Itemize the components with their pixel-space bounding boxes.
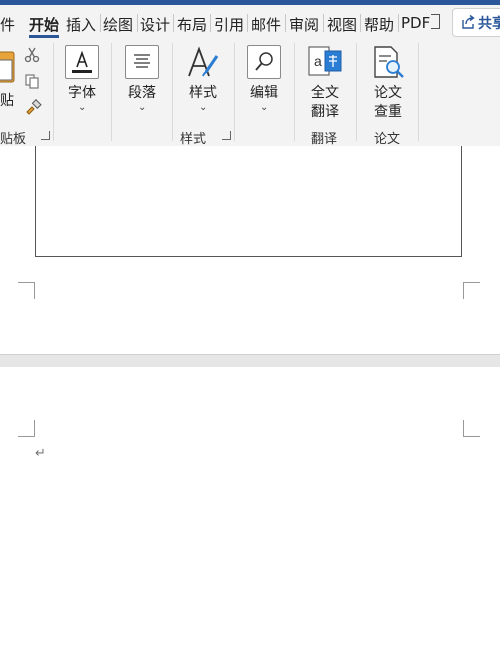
paper-check-icon — [374, 46, 404, 78]
paper-check-label-line1: 论文 — [374, 85, 402, 101]
paste-label: 贴 — [0, 93, 14, 109]
translate-label-line1: 全文 — [311, 85, 339, 101]
clipboard-group-label: 贴板 — [0, 132, 27, 147]
align-lines-icon — [134, 54, 150, 68]
paragraph-button[interactable]: 段落 ⌄ — [121, 42, 163, 122]
margin-corner-bottom-right — [463, 282, 480, 299]
share-button-label: 共享 — [478, 16, 500, 32]
styles-button[interactable]: 样式 ⌄ — [180, 42, 226, 122]
ribbon-tab-bar: 件 开始 插入 绘图 设计 布局 引用 邮件 审阅 视图 帮助 PDF 共享 — [0, 5, 500, 39]
copy-icon[interactable] — [24, 73, 40, 89]
editing-label: 编辑 — [250, 85, 278, 101]
editing-icon — [247, 45, 281, 79]
tab-design[interactable]: 设计 — [140, 14, 170, 35]
tab-review[interactable]: 审阅 — [289, 14, 319, 35]
tab-divider — [398, 14, 399, 32]
group-divider — [234, 43, 235, 141]
tab-divider — [100, 14, 101, 32]
font-glyph-a — [72, 50, 92, 73]
tab-divider — [137, 14, 138, 32]
font-chevron-down-icon: ⌄ — [78, 102, 87, 113]
tab-divider — [247, 14, 248, 32]
share-icon — [462, 14, 475, 29]
tab-divider — [285, 14, 286, 32]
search-icon — [255, 52, 273, 71]
tab-help[interactable]: 帮助 — [364, 14, 394, 35]
group-divider — [172, 43, 173, 141]
ribbon: 贴 贴板 字体 ⌄ 段落 ⌄ 样式 ⌄ 样式 编辑 ⌄ a 全文 翻译 翻译 论… — [0, 38, 500, 147]
share-button[interactable]: 共享 — [452, 8, 500, 37]
group-divider — [53, 43, 54, 141]
paragraph-chevron-down-icon: ⌄ — [138, 102, 147, 113]
format-painter-icon[interactable] — [24, 98, 42, 116]
paste-icon — [0, 51, 15, 83]
tab-draw[interactable]: 绘图 — [103, 14, 133, 35]
styles-dialog-launcher[interactable] — [222, 131, 231, 140]
styles-label: 样式 — [189, 85, 217, 101]
paper-group-label: 论文 — [374, 132, 401, 147]
paper-check-label-line2: 查重 — [374, 104, 402, 120]
group-divider — [418, 43, 419, 141]
paragraph-mark[interactable]: ↵ — [35, 446, 46, 461]
tab-view[interactable]: 视图 — [327, 14, 357, 35]
group-divider — [294, 43, 295, 141]
full-text-translate-button[interactable]: a 全文 翻译 — [303, 42, 347, 122]
tab-insert[interactable]: 插入 — [66, 14, 96, 35]
margin-corner-top-right — [463, 420, 480, 437]
table-box[interactable] — [35, 146, 462, 257]
tab-layout[interactable]: 布局 — [177, 14, 207, 35]
paragraph-icon — [125, 45, 159, 79]
styles-icon — [188, 46, 219, 77]
tab-overflow-glyph — [431, 14, 441, 29]
group-divider — [111, 43, 112, 141]
translate-group-label: 翻译 — [311, 132, 338, 147]
margin-corner-bottom-left — [18, 282, 35, 299]
tab-home[interactable]: 开始 — [29, 14, 59, 35]
tab-pdf[interactable]: PDF — [401, 14, 441, 32]
svg-text:a: a — [314, 53, 322, 69]
paragraph-label: 段落 — [128, 85, 156, 101]
editing-button[interactable]: 编辑 ⌄ — [244, 42, 284, 122]
font-icon — [65, 45, 99, 79]
document-page-2[interactable] — [0, 367, 500, 667]
page-gap — [0, 354, 500, 368]
tab-references[interactable]: 引用 — [214, 14, 244, 35]
group-divider — [356, 43, 357, 141]
paste-button[interactable]: 贴 — [0, 48, 16, 109]
paper-check-button[interactable]: 论文 查重 — [366, 42, 410, 122]
margin-corner-top-left — [18, 420, 35, 437]
tab-pdf-label: PDF — [401, 14, 431, 32]
translate-icon: a — [308, 46, 342, 76]
cut-icon[interactable] — [24, 47, 40, 63]
tab-file[interactable]: 件 — [0, 14, 15, 35]
translate-label-line2: 翻译 — [311, 104, 339, 120]
editing-chevron-down-icon: ⌄ — [260, 102, 269, 113]
document-page-1[interactable] — [0, 146, 500, 354]
styles-group-label: 样式 — [180, 132, 207, 147]
tab-divider — [360, 14, 361, 32]
tab-divider — [210, 14, 211, 32]
tab-divider — [173, 14, 174, 32]
font-label: 字体 — [68, 85, 96, 101]
tab-mailings[interactable]: 邮件 — [251, 14, 281, 35]
font-button[interactable]: 字体 ⌄ — [63, 42, 101, 122]
tab-divider — [323, 14, 324, 32]
styles-chevron-down-icon: ⌄ — [199, 102, 208, 113]
clipboard-dialog-launcher[interactable] — [41, 131, 50, 140]
